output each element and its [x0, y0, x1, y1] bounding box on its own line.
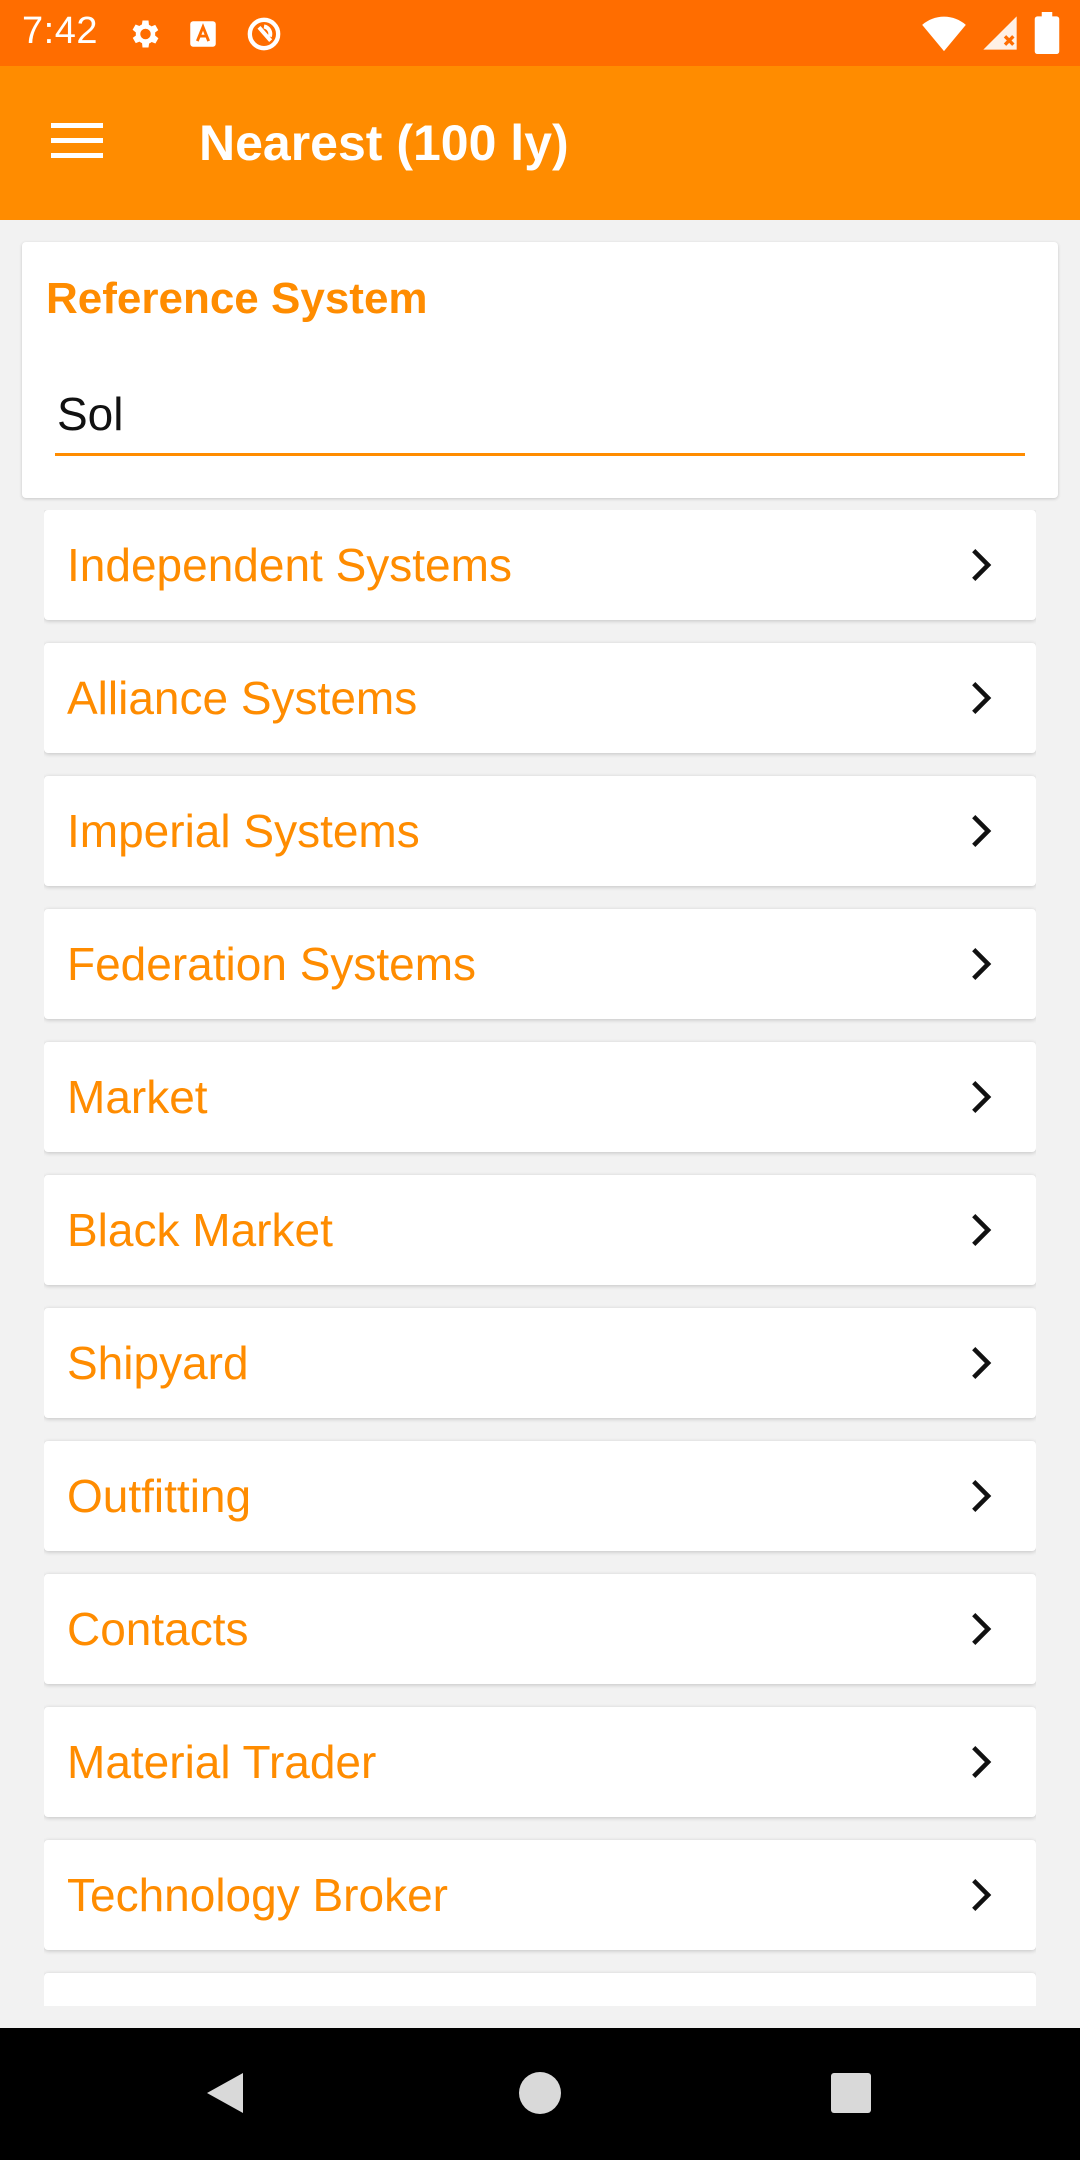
- wifi-icon: [922, 13, 966, 58]
- chevron-right-icon: [964, 1213, 998, 1247]
- gear-icon: [126, 16, 162, 57]
- list-item[interactable]: Technology Broker: [44, 1840, 1036, 1950]
- list-item-label: Market: [67, 1071, 208, 1123]
- font-a-icon: [186, 17, 220, 56]
- home-button[interactable]: [505, 2060, 575, 2130]
- chevron-right-icon: [964, 681, 998, 715]
- status-bar: 7:42: [0, 0, 1080, 66]
- list-item[interactable]: Material Trader: [44, 1707, 1036, 1817]
- list-item[interactable]: Alliance Systems: [44, 643, 1036, 753]
- list-item[interactable]: Market: [44, 1042, 1036, 1152]
- chevron-right-icon: [964, 1612, 998, 1646]
- list-item-label: Federation Systems: [67, 938, 477, 990]
- list-item[interactable]: Shipyard: [44, 1308, 1036, 1418]
- battery-icon: [1034, 12, 1060, 59]
- back-triangle-icon: [203, 2069, 247, 2122]
- reference-system-label: Reference System: [46, 274, 428, 323]
- status-notification-icons: [126, 14, 284, 59]
- chevron-right-icon: [964, 548, 998, 582]
- list-item-label: Alliance Systems: [67, 672, 418, 724]
- list-item-label: Technology Broker: [67, 1869, 448, 1921]
- hamburger-menu-icon: [51, 121, 105, 166]
- chevron-right-icon: [964, 1479, 998, 1513]
- recents-button[interactable]: [816, 2060, 886, 2130]
- status-system-icons: [922, 12, 1060, 59]
- home-circle-icon: [517, 2070, 563, 2121]
- list-item[interactable]: Imperial Systems: [44, 776, 1036, 886]
- list-item-partial[interactable]: [44, 1973, 1036, 2006]
- chevron-right-icon: [964, 814, 998, 848]
- list-item[interactable]: Federation Systems: [44, 909, 1036, 1019]
- sync-circle-icon: [244, 14, 284, 59]
- reference-system-card: Reference System: [22, 242, 1058, 498]
- list-item-label: Independent Systems: [67, 539, 512, 591]
- list-item-label: Contacts: [67, 1603, 249, 1655]
- list-item-label: Material Trader: [67, 1736, 377, 1788]
- reference-system-input[interactable]: [55, 382, 1025, 456]
- list-item-label: Outfitting: [67, 1470, 252, 1522]
- recents-square-icon: [829, 2071, 873, 2120]
- category-list: Independent Systems Alliance Systems Imper…: [44, 510, 1036, 2006]
- list-item-label: Shipyard: [67, 1337, 249, 1389]
- chevron-right-icon: [964, 1745, 998, 1779]
- list-item[interactable]: Outfitting: [44, 1441, 1036, 1551]
- app-bar: Nearest (100 ly): [0, 66, 1080, 220]
- menu-button[interactable]: [38, 110, 118, 176]
- status-time: 7:42: [22, 10, 98, 52]
- page-title: Nearest (100 ly): [199, 115, 569, 171]
- chevron-right-icon: [964, 1346, 998, 1380]
- list-item[interactable]: Independent Systems: [44, 510, 1036, 620]
- chevron-right-icon: [964, 947, 998, 981]
- cellular-signal-icon: [980, 13, 1020, 58]
- chevron-right-icon: [964, 1878, 998, 1912]
- navigation-bar: [0, 2028, 1080, 2160]
- chevron-right-icon: [964, 1080, 998, 1114]
- list-item-label: Imperial Systems: [67, 805, 420, 857]
- list-item[interactable]: Black Market: [44, 1175, 1036, 1285]
- back-button[interactable]: [190, 2060, 260, 2130]
- list-item-label: Black Market: [67, 1204, 333, 1256]
- list-item[interactable]: Contacts: [44, 1574, 1036, 1684]
